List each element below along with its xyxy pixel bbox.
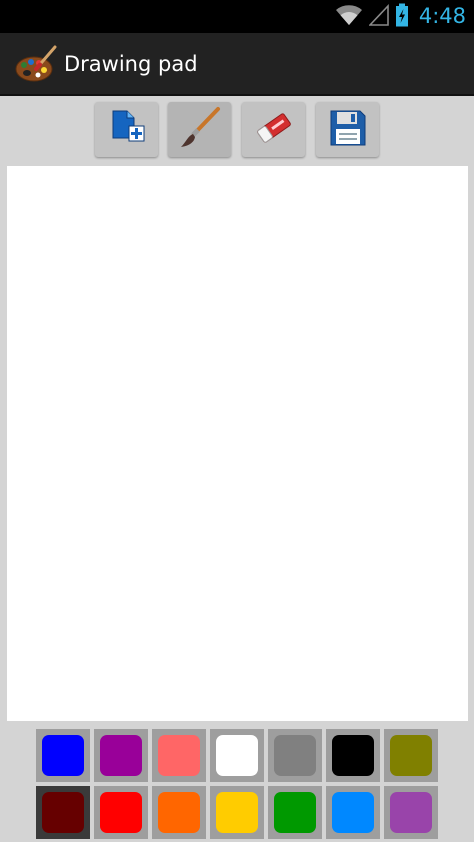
status-time: 4:48 xyxy=(418,4,466,28)
color-swatch-fill xyxy=(216,792,258,833)
color-swatch-fill xyxy=(274,792,316,833)
color-swatch-fill xyxy=(158,792,200,833)
color-swatch[interactable] xyxy=(94,729,148,782)
toolbar xyxy=(0,96,474,162)
eraser-button[interactable] xyxy=(242,102,305,157)
color-swatch[interactable] xyxy=(210,729,264,782)
wifi-icon xyxy=(335,4,363,30)
color-swatch-fill xyxy=(100,735,142,776)
save-button[interactable] xyxy=(316,102,379,157)
new-drawing-button[interactable] xyxy=(95,102,158,157)
color-swatch-fill xyxy=(390,735,432,776)
color-swatch[interactable] xyxy=(268,786,322,839)
color-palette xyxy=(0,724,474,842)
action-bar: Drawing pad xyxy=(0,33,474,96)
color-swatch[interactable] xyxy=(152,729,206,782)
color-swatch[interactable] xyxy=(326,786,380,839)
color-swatch-fill xyxy=(390,792,432,833)
color-swatch[interactable] xyxy=(384,729,438,782)
color-swatch[interactable] xyxy=(326,729,380,782)
battery-charging-icon xyxy=(395,3,409,31)
color-swatch-fill xyxy=(332,792,374,833)
color-swatch[interactable] xyxy=(384,786,438,839)
drawing-canvas[interactable] xyxy=(7,166,468,721)
eraser-icon xyxy=(252,108,296,152)
signal-icon xyxy=(367,3,389,30)
color-swatch-fill xyxy=(274,735,316,776)
brush-button[interactable] xyxy=(168,102,231,157)
color-swatch-fill xyxy=(42,792,84,833)
color-swatch[interactable] xyxy=(36,786,90,839)
color-swatch[interactable] xyxy=(210,786,264,839)
status-bar: 4:48 xyxy=(0,0,474,33)
color-swatch-fill xyxy=(42,735,84,776)
status-icons: 4:48 xyxy=(335,0,466,33)
floppy-disk-icon xyxy=(329,109,367,151)
app-title: Drawing pad xyxy=(64,52,198,76)
color-swatch[interactable] xyxy=(36,729,90,782)
color-swatch[interactable] xyxy=(94,786,148,839)
new-page-icon xyxy=(107,108,147,152)
color-swatch-fill xyxy=(332,735,374,776)
palette-icon xyxy=(14,43,58,85)
color-swatch-fill xyxy=(158,735,200,776)
color-swatch-fill xyxy=(216,735,258,776)
color-swatch-fill xyxy=(100,792,142,833)
color-swatch[interactable] xyxy=(152,786,206,839)
brush-icon xyxy=(178,106,222,154)
color-swatch[interactable] xyxy=(268,729,322,782)
